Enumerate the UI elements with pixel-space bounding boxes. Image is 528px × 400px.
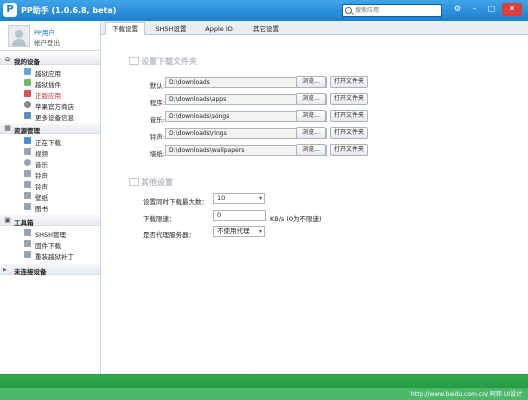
default-folder-label: 默认: [149, 82, 165, 90]
info-icon [24, 112, 31, 119]
browse-button-default[interactable]: 浏览... [296, 76, 326, 88]
sidebar-item-apple-store[interactable]: 苹果官方商店 [0, 99, 100, 111]
speed-limit-input[interactable]: 0 [213, 210, 266, 221]
sidebar-section-no-device[interactable]: ▶ 未连接设备 [0, 264, 100, 276]
title-bar: P PP助手 (1.0.6.8, beta) ⚙ – □ ✕ [0, 0, 528, 21]
proxy-label: 是否代理服务器： [143, 231, 195, 239]
sidebar-item-shsh[interactable]: SHSH管理 [0, 227, 100, 239]
browse-button-music[interactable]: 浏览... [296, 110, 326, 122]
app-store-icon [24, 90, 31, 97]
sidebar-item-jailbreak-patch[interactable]: 重装越狱补丁 [0, 249, 100, 261]
other-settings-heading: 其他设置 [129, 177, 173, 188]
user-panel: PP用户 帐户登出 [0, 21, 100, 51]
sidebar-item-books[interactable]: 图书 [0, 201, 100, 213]
browse-button-rings[interactable]: 浏览... [296, 127, 326, 139]
main-panel: 下载设置 SHSH设置 Apple ID 其它设置 设置下载文件夹 默认: D:… [101, 21, 528, 374]
patch-icon [24, 251, 31, 258]
speed-limit-label: 下载限速： [143, 215, 176, 223]
sidebar-item-jailbreak-apps[interactable]: 越狱应用 [0, 66, 100, 78]
proxy-select[interactable]: 不使用代理 [213, 226, 265, 237]
sidebar-item-genuine-apps[interactable]: 正版应用 [0, 88, 100, 100]
settings-icon[interactable]: ⚙ [450, 3, 465, 16]
sidebar-section-my-device[interactable]: ⌂ 我的设备 [0, 54, 100, 66]
download-folders-title: 设置下载文件夹 [141, 57, 197, 66]
watermark-text: http://www.baidu.com.cn/ 阿邦 UI设计 [411, 391, 522, 398]
open-folder-button-default[interactable]: 打开文件夹 [330, 76, 368, 88]
download-folders-heading: 设置下载文件夹 [129, 56, 197, 67]
open-folder-button-apps[interactable]: 打开文件夹 [330, 93, 368, 105]
sidebar-section-toolbox[interactable]: ▣ 工具箱 [0, 215, 100, 227]
tab-download-settings[interactable]: 下载设置 [105, 22, 145, 35]
close-icon[interactable]: ✕ [502, 3, 522, 16]
open-folder-button-rings[interactable]: 打开文件夹 [330, 127, 368, 139]
search-input[interactable] [343, 5, 427, 16]
sidebar-item-device-info[interactable]: 更多设备信息 [0, 110, 100, 122]
plugin-icon [24, 79, 31, 86]
user-name[interactable]: PP用户 [34, 27, 55, 37]
sidebar-section-label: 资源管理 [14, 127, 40, 135]
speed-limit-unit: KB/s (0为不限速) [270, 215, 322, 223]
tab-other-settings[interactable]: 其它设置 [245, 22, 287, 35]
apple-icon [24, 101, 31, 108]
bell-icon [24, 181, 31, 188]
music-folder-label: 音乐: [149, 116, 165, 124]
sidebar-item-label: 图书 [35, 205, 48, 213]
sidebar-section-label: 未连接设备 [14, 268, 47, 276]
sidebar-item-jailbreak-plugins[interactable]: 越狱插件 [0, 77, 100, 89]
folder-icon: ▦ [4, 124, 11, 132]
toolbox-icon: ▣ [4, 216, 11, 224]
music-icon [24, 159, 31, 166]
max-downloads-label: 设置同时下载最大数： [143, 198, 208, 206]
window-title: PP助手 (1.0.6.8, beta) [21, 6, 117, 15]
sidebar-item-downloading[interactable]: 正在下载 [0, 135, 100, 147]
sidebar-item-music[interactable]: 音乐 [0, 157, 100, 169]
app-logo: P [3, 3, 17, 17]
rings-folder-label: 铃声: [149, 133, 165, 141]
book-icon [24, 203, 31, 210]
tab-shsh-settings[interactable]: SHSH设置 [149, 22, 193, 35]
shsh-icon [24, 229, 31, 236]
browse-button-wallpaper[interactable]: 浏览... [296, 144, 326, 156]
avatar[interactable] [8, 25, 30, 47]
apps-folder-label: 程序: [149, 99, 165, 107]
sidebar-section-resources[interactable]: ▦ 资源管理 [0, 123, 100, 135]
sidebar-item-firmware[interactable]: 固件下载 [0, 238, 100, 250]
sidebar-section-label: 我的设备 [14, 58, 40, 66]
open-folder-button-wallpaper[interactable]: 打开文件夹 [330, 144, 368, 156]
ringtone-icon [24, 170, 31, 177]
max-downloads-select[interactable]: 10 [213, 193, 265, 204]
folder-icon [129, 57, 139, 65]
wallpaper-folder-label: 墙纸: [149, 150, 165, 158]
sidebar-section-label: 工具箱 [14, 219, 34, 227]
other-settings-title: 其他设置 [141, 178, 173, 187]
chevron-right-icon: ▶ [3, 267, 7, 273]
firmware-icon [24, 240, 31, 247]
sidebar: PP用户 帐户登出 ⌂ 我的设备 越狱应用 越狱插件 正版应用 苹果官方商店 更… [0, 21, 101, 374]
logout-link[interactable]: 帐户登出 [34, 37, 60, 47]
home-icon: ⌂ [4, 55, 10, 63]
sidebar-item-video[interactable]: 视频 [0, 146, 100, 158]
minimize-icon[interactable]: – [467, 3, 482, 16]
settings-folder-icon [129, 178, 139, 186]
sidebar-item-wallpaper[interactable]: 壁纸 [0, 190, 100, 202]
video-icon [24, 148, 31, 155]
apps-icon [24, 68, 31, 75]
status-bar: http://www.baidu.com.cn/ 阿邦 UI设计 [0, 374, 528, 400]
sidebar-item-label: 更多设备信息 [35, 114, 74, 122]
search-box[interactable] [342, 4, 442, 17]
sidebar-item-ringtone-2[interactable]: 铃声 [0, 179, 100, 191]
image-icon [24, 192, 31, 199]
open-folder-button-music[interactable]: 打开文件夹 [330, 110, 368, 122]
tab-bar: 下载设置 SHSH设置 Apple ID 其它设置 [101, 21, 528, 35]
download-icon [24, 137, 31, 144]
maximize-icon[interactable]: □ [484, 3, 499, 16]
tab-apple-id[interactable]: Apple ID [197, 22, 241, 35]
search-icon[interactable] [345, 7, 352, 14]
sidebar-item-ringtone[interactable]: 铃声 [0, 168, 100, 180]
browse-button-apps[interactable]: 浏览... [296, 93, 326, 105]
sidebar-item-label: 重装越狱补丁 [35, 253, 74, 261]
